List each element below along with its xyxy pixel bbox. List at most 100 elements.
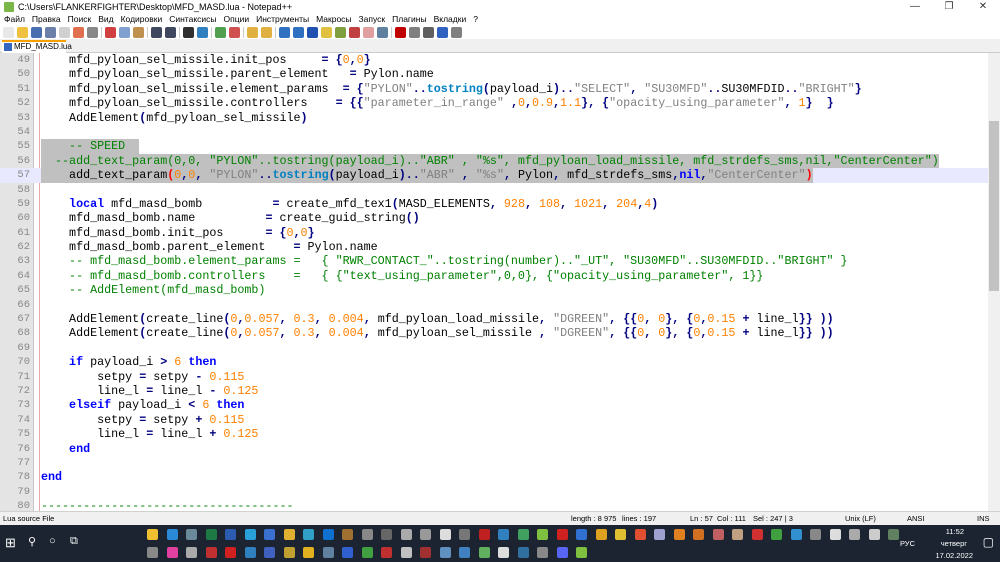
stop-macro-icon[interactable] [409,26,420,38]
cortana-icon[interactable]: ○ [49,535,56,547]
app-icon[interactable] [751,529,763,540]
app-icon[interactable] [420,547,431,558]
code-line[interactable]: 76 end [0,442,988,456]
menu-item[interactable]: Запуск [359,14,386,25]
app-icon[interactable] [361,529,373,540]
tab-mfd-masd-lua[interactable]: MFD_MASD.lua [2,40,72,53]
menu-item[interactable]: Макросы [316,14,351,25]
code-line[interactable]: 49 mfd_pyloan_sel_missile.init_pos = {0,… [0,53,988,67]
app-icon[interactable] [615,529,626,540]
chrome-icon[interactable] [283,529,295,540]
clock-date[interactable]: 17.02.2022 [935,551,973,560]
app-icon[interactable] [498,529,509,540]
app-icon[interactable] [459,529,470,540]
start-button[interactable]: ⊞ [5,535,16,551]
teamviewer-icon[interactable] [322,529,334,540]
zoom-in-icon[interactable] [215,26,226,38]
replace-icon[interactable] [197,26,208,38]
code-line[interactable]: 52 mfd_pyloan_sel_missile.controllers = … [0,96,988,110]
notifications-icon[interactable]: ▢ [983,535,994,549]
app-icon[interactable] [244,547,256,558]
cut-icon[interactable] [105,26,116,38]
code-line[interactable]: 77 [0,456,988,470]
code-line[interactable]: 50 mfd_pyloan_sel_missile.parent_element… [0,67,988,81]
close-icon[interactable] [59,26,70,38]
notepadpp-icon[interactable] [576,547,587,558]
menu-item[interactable]: ? [473,14,478,25]
code-line[interactable]: 56 --add_text_param(0,0, "PYLON"..tostri… [0,153,988,169]
save-icon[interactable] [31,26,42,38]
app-icon[interactable] [400,529,412,540]
monitoring-icon[interactable] [377,26,388,38]
app-icon[interactable] [420,529,431,540]
telegram-icon[interactable] [244,529,256,540]
sync-h-icon[interactable] [261,26,272,38]
app-icon[interactable] [381,547,392,558]
menu-item[interactable]: Синтаксисы [169,14,216,25]
app-icon[interactable] [400,547,412,558]
encoding[interactable]: ANSI [907,512,925,525]
notes-icon[interactable] [186,529,197,540]
excel-icon[interactable] [205,529,217,540]
menu-item[interactable]: Вкладки [434,14,467,25]
app-icon[interactable] [342,547,353,558]
store-icon[interactable] [166,529,178,540]
app-icon[interactable] [634,529,646,540]
menu-item[interactable]: Правка [32,14,61,25]
word-wrap-icon[interactable] [279,26,290,38]
maximize-button[interactable]: ❐ [932,0,966,14]
app-icon[interactable] [147,547,158,558]
app-blue-icon[interactable] [264,529,275,540]
app-icon[interactable] [303,547,314,558]
close-all-icon[interactable] [73,26,84,38]
menu-item[interactable]: Плагины [392,14,426,25]
code-line[interactable]: 65 -- AddElement(mfd_masd_bomb) [0,283,988,297]
android-icon[interactable] [537,529,548,540]
code-line[interactable]: 75 line_l = line_l + 0.125 [0,427,988,441]
app-icon[interactable] [673,529,685,540]
app-icon[interactable] [439,529,451,540]
app-red-icon[interactable] [478,529,490,540]
app-icon[interactable] [537,547,548,558]
app-icon[interactable] [498,547,509,558]
zoom-out-icon[interactable] [229,26,240,38]
task-view-icon[interactable]: ⧉ [70,535,78,548]
app-red-icon[interactable] [556,529,568,540]
sync-v-icon[interactable] [247,26,258,38]
app-k-icon[interactable] [381,529,392,540]
save-all-icon[interactable] [45,26,56,38]
app-icon[interactable] [342,529,353,540]
code-line[interactable]: 62 mfd_masd_bomb.parent_element = Pylon.… [0,240,988,254]
code-line[interactable]: 57 add_text_param(0,0, "PYLON"..tostring… [0,168,988,183]
code-line[interactable]: 60 mfd_masd_bomb.name = create_guid_stri… [0,211,988,225]
discord-icon[interactable] [556,547,568,558]
app-icon[interactable] [478,547,490,558]
function-list-icon[interactable] [349,26,360,38]
code-line[interactable]: 80 ------------------------------------ [0,499,988,511]
copy-icon[interactable] [119,26,130,38]
word-icon[interactable] [225,529,236,540]
code-line[interactable]: 71 setpy = setpy - 0.115 [0,370,988,384]
code-line[interactable]: 74 setpy = setpy + 0.115 [0,413,988,427]
app-icon[interactable] [790,529,802,540]
menu-item[interactable]: Опции [224,14,250,25]
find-icon[interactable] [183,26,194,38]
eol-format[interactable]: Unix (LF) [845,512,876,525]
menu-item[interactable]: Инструменты [256,14,309,25]
app-icon[interactable] [186,547,197,558]
app-icon[interactable] [283,547,295,558]
menu-item[interactable]: Поиск [68,14,92,25]
app-icon[interactable] [868,529,880,540]
app-icon[interactable] [361,547,373,558]
code-line[interactable]: 51 mfd_pyloan_sel_missile.element_params… [0,82,988,96]
app-icon[interactable] [225,547,236,558]
code-line[interactable]: 67 AddElement(create_line(0,0.057, 0.3, … [0,312,988,326]
code-line[interactable]: 73 elseif payload_i < 6 then [0,398,988,412]
app-icon[interactable] [205,547,217,558]
app-icon[interactable] [732,529,743,540]
app-icon[interactable] [517,529,529,540]
vertical-scrollbar[interactable] [988,53,1000,511]
clock-time[interactable]: 11:52 [946,527,964,536]
app-icon[interactable] [595,529,607,540]
app-icon[interactable] [888,529,899,540]
